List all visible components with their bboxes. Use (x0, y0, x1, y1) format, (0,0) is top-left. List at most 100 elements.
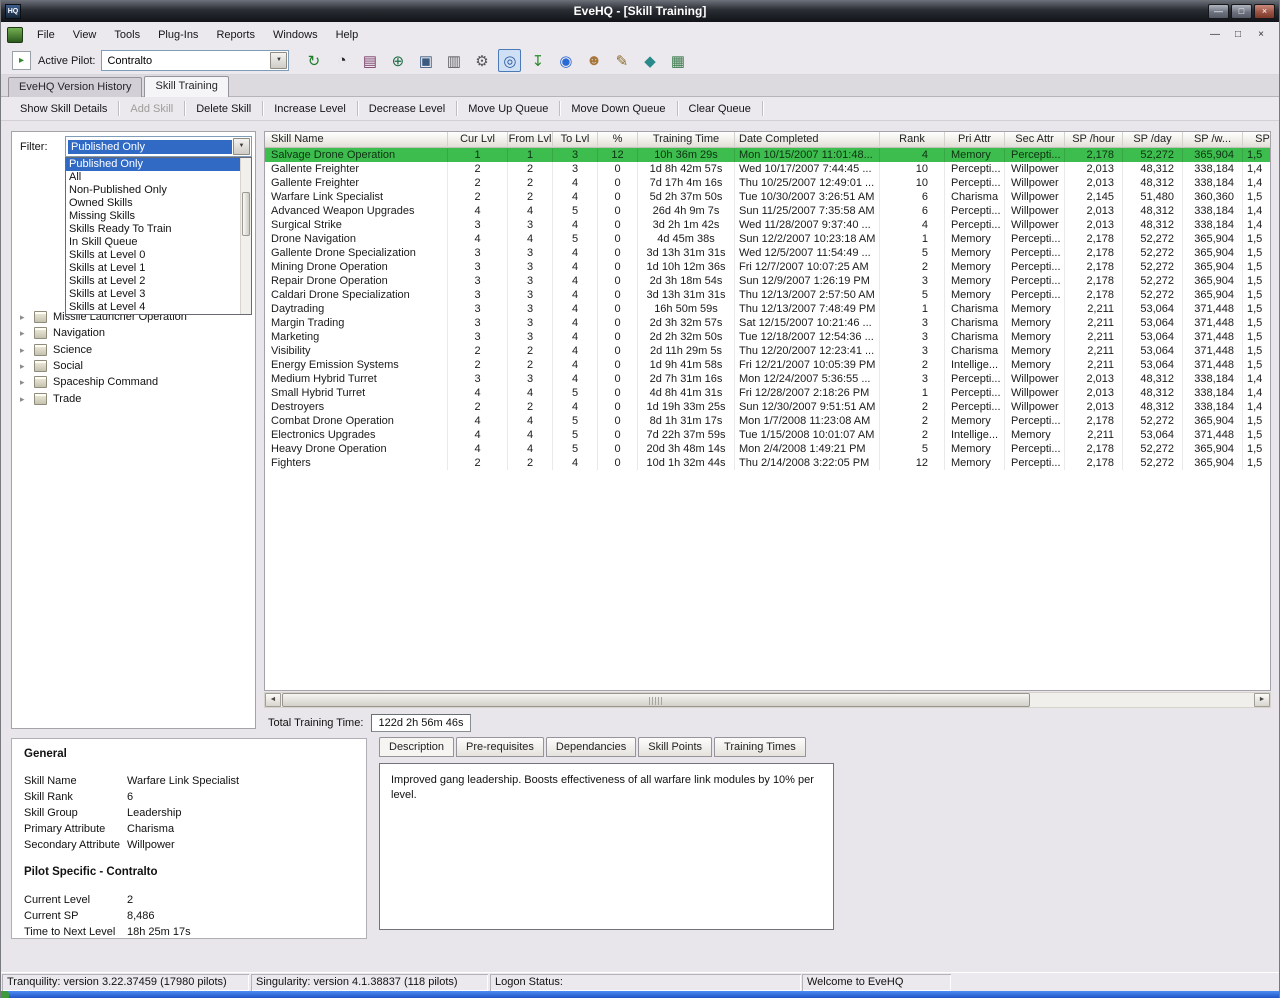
tab-pre-requisites[interactable]: Pre-requisites (456, 737, 544, 757)
delete-skill-button[interactable]: Delete Skill (187, 100, 260, 118)
filter-option-skills-at-level-3[interactable]: Skills at Level 3 (66, 288, 240, 301)
table-row[interactable]: Mining Drone Operation 3 3 4 0 1d 10h 12m 36s… (265, 260, 1270, 274)
table-row[interactable]: Destroyers 2 2 4 0 1d 19h 33m 25s Sun 12/30/20… (265, 400, 1270, 414)
market-globe-icon[interactable]: ⊕ (386, 49, 409, 72)
tab-skill-points[interactable]: Skill Points (638, 737, 713, 757)
filter-combobox[interactable]: Published Only ▼ (65, 136, 252, 157)
settings-gear-icon[interactable]: ⚙ (470, 49, 493, 72)
column-header-training-time[interactable]: Training Time (638, 132, 735, 148)
table-row[interactable]: Salvage Drone Operation 1 1 3 12 10h 36m 29s M… (265, 148, 1270, 162)
scroll-right-icon[interactable]: ► (1254, 693, 1270, 707)
table-row[interactable]: Combat Drone Operation 4 4 5 0 8d 1h 31m 17s M… (265, 414, 1270, 428)
table-row[interactable]: Medium Hybrid Turret 3 3 4 0 2d 7h 31m 16s Mon… (265, 372, 1270, 386)
table-row[interactable]: Caldari Drone Specialization 3 3 4 0 3d 13h 3… (265, 288, 1270, 302)
tree-item-spaceship-command[interactable]: ▸ Spaceship Command (12, 374, 255, 390)
tree-item-social[interactable]: ▸ Social (12, 358, 255, 374)
menu-item-help[interactable]: Help (327, 24, 368, 46)
notes-icon[interactable]: ✎ (610, 49, 633, 72)
column-header-from-lvl[interactable]: From Lvl (508, 132, 553, 148)
column-header-sp-w[interactable]: SP /w... (1183, 132, 1243, 148)
tab-description[interactable]: Description (379, 737, 455, 757)
spreadsheet-icon[interactable]: ▦ (666, 49, 689, 72)
table-row[interactable]: Marketing 3 3 4 0 2d 2h 32m 50s Tue 12/18/2007… (265, 330, 1270, 344)
tree-item-trade[interactable]: ▸ Trade (12, 390, 255, 406)
column-header-sec-attr[interactable]: Sec Attr (1005, 132, 1065, 148)
menu-item-tools[interactable]: Tools (105, 24, 149, 46)
table-row[interactable]: Margin Trading 3 3 4 0 2d 3h 32m 57s Sat 12/15… (265, 316, 1270, 330)
minimize-button[interactable]: — (1208, 3, 1229, 19)
column-header-[interactable]: % (598, 132, 638, 148)
tab-evehq-version-history[interactable]: EveHQ Version History (8, 77, 143, 97)
tab-skill-training[interactable]: Skill Training (144, 76, 229, 97)
column-header-skill-name[interactable]: Skill Name (265, 132, 448, 148)
column-header-cur-lvl[interactable]: Cur Lvl (448, 132, 508, 148)
filter-option-published-only[interactable]: Published Only (66, 158, 240, 171)
column-header-date-completed[interactable]: Date Completed (735, 132, 880, 148)
skill-training-icon[interactable]: ◎ (498, 49, 522, 72)
column-header-rank[interactable]: Rank (880, 132, 945, 148)
tag-icon[interactable]: ◆ (638, 49, 661, 72)
chevron-down-icon[interactable]: ▼ (233, 138, 250, 155)
move-down-queue-button[interactable]: Move Down Queue (562, 100, 674, 118)
tree-item-science[interactable]: ▸ Science (12, 342, 255, 358)
decrease-level-button[interactable]: Decrease Level (360, 100, 454, 118)
show-skill-details-button[interactable]: Show Skill Details (11, 100, 116, 118)
table-row[interactable]: Gallente Freighter 2 2 3 0 1d 8h 42m 57s Wed 1… (265, 162, 1270, 176)
table-row[interactable]: Daytrading 3 3 4 0 16h 50m 59s Thu 12/13/2007 … (265, 302, 1270, 316)
scrollbar-thumb[interactable] (282, 693, 1030, 707)
menu-item-windows[interactable]: Windows (264, 24, 327, 46)
tab-training-times[interactable]: Training Times (714, 737, 806, 757)
increase-level-button[interactable]: Increase Level (265, 100, 355, 118)
table-row[interactable]: Warfare Link Specialist 2 2 4 0 5d 2h 37m 50s… (265, 190, 1270, 204)
table-row[interactable]: Gallente Drone Specialization 3 3 4 0 3d 13h … (265, 246, 1270, 260)
scrollbar-thumb[interactable] (242, 192, 250, 236)
column-header-to-lvl[interactable]: To Lvl (553, 132, 598, 148)
table-row[interactable]: Drone Navigation 4 4 5 0 4d 45m 38s Sun 12/2/2… (265, 232, 1270, 246)
scrollbar-track[interactable] (281, 693, 1254, 707)
table-row[interactable]: Advanced Weapon Upgrades 4 4 5 0 26d 4h 9m 7s… (265, 204, 1270, 218)
expand-arrow-icon[interactable]: ▸ (20, 312, 30, 322)
monitor-icon[interactable]: ▣ (414, 49, 437, 72)
filter-option-non-published-only[interactable]: Non-Published Only (66, 184, 240, 197)
column-header-sp-day[interactable]: SP /day (1123, 132, 1183, 148)
filter-option-in-skill-queue[interactable]: In Skill Queue (66, 236, 240, 249)
expand-arrow-icon[interactable]: ▸ (20, 377, 30, 387)
table-row[interactable]: Visibility 2 2 4 0 2d 11h 29m 5s Thu 12/20/200… (265, 344, 1270, 358)
mdi-restore-button[interactable]: □ (1230, 28, 1246, 42)
column-header-pri-attr[interactable]: Pri Attr (945, 132, 1005, 148)
pilot-select-icon[interactable]: ▸ (12, 51, 31, 70)
table-row[interactable]: Energy Emission Systems 2 2 4 0 1d 9h 41m 58s… (265, 358, 1270, 372)
filter-option-skills-at-level-2[interactable]: Skills at Level 2 (66, 275, 240, 288)
pilot-icon[interactable]: ☻ (582, 49, 605, 72)
tree-item-navigation[interactable]: ▸ Navigation (12, 325, 255, 341)
scroll-left-icon[interactable]: ◄ (265, 693, 281, 707)
filter-option-owned-skills[interactable]: Owned Skills (66, 197, 240, 210)
table-row[interactable]: Repair Drone Operation 3 3 4 0 2d 3h 18m 54s S… (265, 274, 1270, 288)
expand-arrow-icon[interactable]: ▸ (20, 361, 30, 371)
mdi-close-button[interactable]: × (1253, 28, 1269, 42)
restore-button[interactable]: □ (1231, 3, 1252, 19)
table-row[interactable]: Small Hybrid Turret 4 4 5 0 4d 8h 41m 31s Fri … (265, 386, 1270, 400)
filter-option-skills-ready-to-train[interactable]: Skills Ready To Train (66, 223, 240, 236)
table-row[interactable]: Surgical Strike 3 3 4 0 3d 2h 1m 42s Wed 11/28… (265, 218, 1270, 232)
expand-arrow-icon[interactable]: ▸ (20, 328, 30, 338)
timer-icon[interactable]: ◔ (330, 49, 353, 72)
active-pilot-combobox[interactable]: Contralto ▼ (101, 50, 290, 71)
expand-arrow-icon[interactable]: ▸ (20, 394, 30, 404)
tab-dependancies[interactable]: Dependancies (545, 737, 637, 757)
clear-queue-button[interactable]: Clear Queue (680, 100, 760, 118)
table-row[interactable]: Electronics Upgrades 4 4 5 0 7d 22h 37m 59s Tu… (265, 428, 1270, 442)
table-row[interactable]: Heavy Drone Operation 4 4 5 0 20d 3h 48m 14s M… (265, 442, 1270, 456)
filter-option-missing-skills[interactable]: Missing Skills (66, 210, 240, 223)
menu-item-file[interactable]: File (28, 24, 64, 46)
dropdown-scrollbar[interactable] (240, 158, 251, 314)
help-info-icon[interactable]: ◉ (554, 49, 577, 72)
column-header-sp-hour[interactable]: SP /hour (1065, 132, 1123, 148)
close-button[interactable]: × (1254, 3, 1275, 19)
filter-option-all[interactable]: All (66, 171, 240, 184)
database-icon[interactable]: ▤ (358, 49, 381, 72)
chevron-down-icon[interactable]: ▼ (270, 52, 288, 69)
table-row[interactable]: Gallente Freighter 2 2 4 0 7d 17h 4m 16s Thu 1… (265, 176, 1270, 190)
taskbar-sliver[interactable] (1, 991, 1279, 998)
menu-item-reports[interactable]: Reports (207, 24, 264, 46)
